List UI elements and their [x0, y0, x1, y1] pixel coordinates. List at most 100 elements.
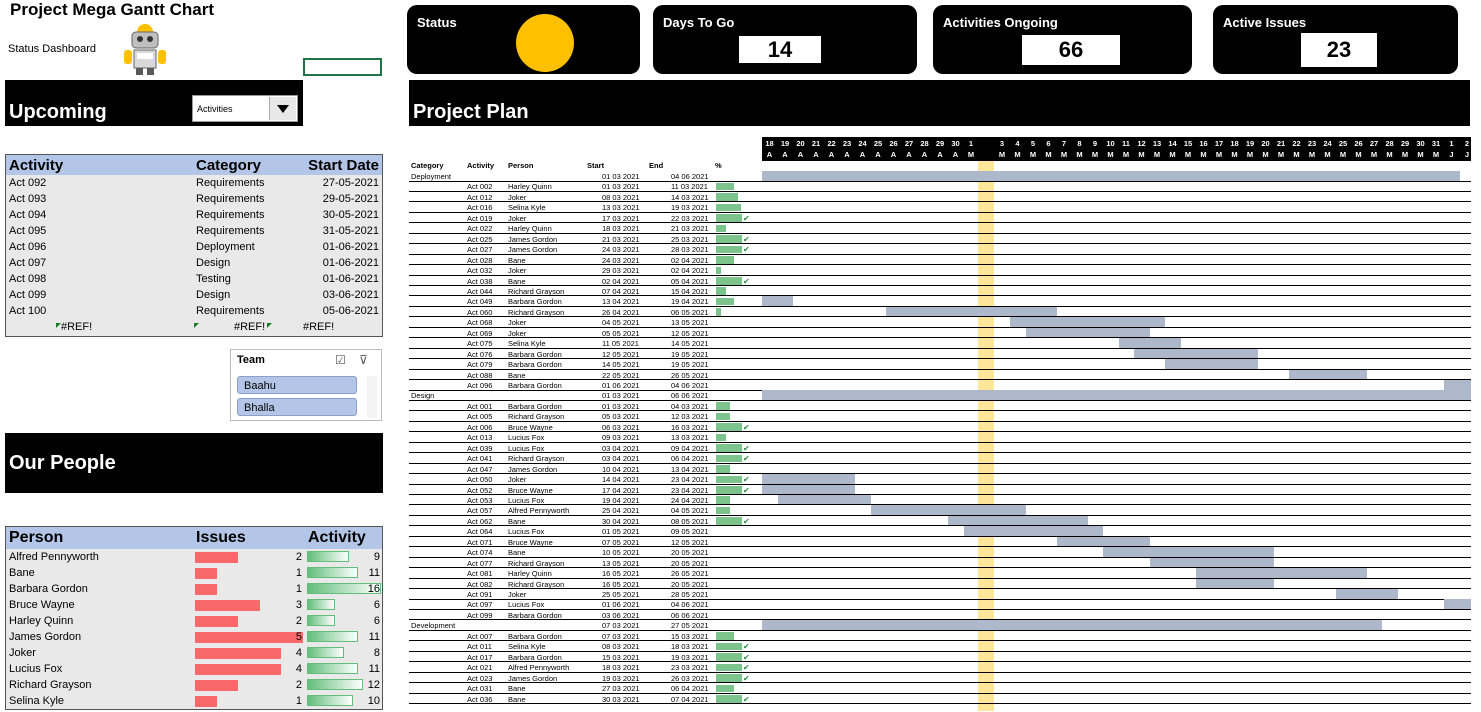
gantt-bar[interactable]	[1103, 547, 1274, 557]
gantt-row[interactable]: Act 001 Barbara Gordon 01 03 2021 04 03 202…	[409, 401, 1471, 412]
gantt-row[interactable]: Act 027 James Gordon 24 03 2021 28 03 2021 ✔	[409, 244, 1471, 255]
clear-filter-icon[interactable]: ⊽	[359, 353, 368, 367]
gantt-bar[interactable]	[762, 620, 1382, 630]
gantt-cell-s: 10 04 2021	[602, 464, 640, 474]
slicer-item-baahu[interactable]: Baahu	[237, 376, 357, 394]
gantt-row[interactable]: Act 071 Bruce Wayne 07 05 2021 12 05 2021	[409, 536, 1471, 548]
gantt-row[interactable]: Act 006 Bruce Wayne 06 03 2021 16 03 2021 ✔	[409, 422, 1471, 433]
gantt-bar[interactable]	[1025, 327, 1150, 338]
gantt-row[interactable]: Act 091 Joker 25 05 2021 28 05 2021	[409, 589, 1471, 600]
gantt-cell-a: Act 023	[467, 673, 493, 683]
gantt-row[interactable]: Act 068 Joker 04 05 2021 13 05 2021	[409, 317, 1471, 328]
table-cell: Act 098	[9, 273, 47, 285]
gantt-cell-s: 30 03 2021	[602, 694, 640, 704]
gantt-row[interactable]: Act 081 Harley Quinn 16 05 2021 26 05 2021	[409, 568, 1471, 579]
gantt-row[interactable]: Act 002 Harley Quinn 01 03 2021 11 03 2021	[409, 181, 1471, 192]
gantt-bar[interactable]	[1444, 380, 1471, 390]
col-person: Person	[9, 529, 64, 546]
gantt-bar[interactable]	[948, 515, 1088, 526]
gantt-row[interactable]: Act 011 Selina Kyle 08 03 2021 18 03 2021 ✔	[409, 641, 1471, 652]
gantt-row[interactable]: Act 075 Selina Kyle 11 05 2021 14 05 2021	[409, 338, 1471, 349]
gantt-row[interactable]: Act 076 Barbara Gordon 12 05 2021 19 05 202…	[409, 348, 1471, 360]
gantt-bar[interactable]	[777, 494, 871, 505]
gantt-row[interactable]: Act 022 Harley Quinn 18 03 2021 21 03 2021	[409, 223, 1471, 234]
gantt-row[interactable]: Act 050 Joker 14 04 2021 23 04 2021 ✔	[409, 474, 1471, 485]
gantt-row[interactable]: Act 028 Bane 24 03 2021 02 04 2021	[409, 255, 1471, 266]
slicer-scrollbar[interactable]	[367, 376, 377, 418]
gantt-bar[interactable]	[762, 390, 1471, 400]
gantt-row[interactable]: Act 021 Alfred Pennyworth 18 03 2021 23 03 …	[409, 662, 1471, 673]
gantt-bar[interactable]	[1149, 557, 1274, 568]
activities-dropdown[interactable]: Activities	[192, 95, 298, 122]
slicer-item-bhalla[interactable]: Bhalla	[237, 398, 357, 416]
gantt-row[interactable]: Act 096 Barbara Gordon 01 06 2021 04 06 202…	[409, 380, 1471, 391]
gantt-bar[interactable]	[870, 505, 1026, 515]
gantt-row[interactable]: Act 052 Bruce Wayne 17 04 2021 23 04 2021 ✔	[409, 484, 1471, 495]
gantt-row[interactable]: Deployment 01 03 2021 04 06 2021	[409, 171, 1471, 182]
gantt-row[interactable]: Act 060 Richard Grayson 26 04 2021 06 05 20…	[409, 306, 1471, 318]
gantt-row[interactable]: Act 062 Bane 30 04 2021 08 05 2021 ✔	[409, 515, 1471, 527]
gantt-row[interactable]: Act 032 Joker 29 03 2021 02 04 2021	[409, 265, 1471, 276]
gantt-row[interactable]: Act 031 Bane 27 03 2021 06 04 2021	[409, 683, 1471, 694]
gantt-row[interactable]: Design 01 03 2021 06 06 2021	[409, 390, 1471, 401]
gantt-row[interactable]: Act 088 Bane 22 05 2021 26 05 2021	[409, 369, 1471, 381]
progress-bar	[716, 256, 735, 264]
gantt-bar[interactable]	[1056, 536, 1150, 547]
gantt-row[interactable]: Act 074 Bane 10 05 2021 20 05 2021	[409, 547, 1471, 558]
gantt-row[interactable]: Development 07 03 2021 27 05 2021	[409, 620, 1471, 631]
gantt-row[interactable]: Act 038 Bane 02 04 2021 05 04 2021 ✔	[409, 276, 1471, 286]
gantt-row[interactable]: Act 049 Barbara Gordon 13 04 2021 19 04 202…	[409, 296, 1471, 307]
chevron-down-icon[interactable]	[269, 97, 296, 120]
gantt-bar[interactable]	[1196, 568, 1367, 578]
gantt-row[interactable]: Act 047 James Gordon 10 04 2021 13 04 2021	[409, 464, 1471, 475]
gantt-row[interactable]: Act 044 Richard Grayson 07 04 2021 15 04 20…	[409, 286, 1471, 297]
gantt-bar[interactable]	[1444, 599, 1471, 609]
gantt-row[interactable]: Act 041 Richard Grayson 03 04 2021 06 04 20…	[409, 453, 1471, 464]
gantt-cell-s: 18 03 2021	[602, 663, 640, 673]
gantt-row[interactable]: Act 099 Barbara Gordon 03 06 2021 06 06 202…	[409, 610, 1471, 621]
gantt-cell-p: Barbara Gordon	[508, 297, 562, 307]
gantt-bar[interactable]	[1165, 359, 1258, 369]
gantt-row[interactable]: Act 057 Alfred Pennyworth 25 04 2021 04 05 …	[409, 505, 1471, 516]
selected-cell[interactable]	[303, 58, 382, 76]
gantt-bar[interactable]	[762, 296, 793, 306]
project-plan-header: Project Plan	[409, 80, 1470, 126]
gantt-row[interactable]: Act 064 Lucius Fox 01 05 2021 09 05 2021	[409, 526, 1471, 537]
gantt-bar[interactable]	[1289, 369, 1367, 380]
gantt-row[interactable]: Act 012 Joker 08 03 2021 14 03 2021	[409, 192, 1471, 203]
gantt-bar[interactable]	[1118, 338, 1181, 348]
gantt-bar[interactable]	[963, 526, 1103, 536]
gantt-row[interactable]: Act 079 Barbara Gordon 14 05 2021 19 05 202…	[409, 359, 1471, 370]
gantt-bar[interactable]	[1335, 589, 1398, 599]
gantt-row[interactable]: Act 017 Barbara Gordon 15 03 2021 19 03 202…	[409, 652, 1471, 663]
gantt-cell-a: Act 079	[467, 360, 493, 370]
gantt-bar[interactable]	[762, 171, 1460, 181]
gantt-row[interactable]: Act 036 Bane 30 03 2021 07 04 2021 ✔	[409, 694, 1471, 704]
gantt-row[interactable]: Act 053 Lucius Fox 19 04 2021 24 04 2021	[409, 494, 1471, 506]
gantt-bar[interactable]	[762, 484, 855, 494]
gantt-row[interactable]: Act 005 Richard Grayson 05 03 2021 12 03 20…	[409, 411, 1471, 422]
gantt-bar[interactable]	[1196, 578, 1274, 589]
gantt-row[interactable]: Act 019 Joker 17 03 2021 22 03 2021 ✔	[409, 213, 1471, 224]
timeline-month-label: M	[1014, 150, 1021, 159]
timeline-day-label: 29	[1400, 139, 1410, 148]
gantt-bar[interactable]	[762, 474, 855, 484]
gantt-bar[interactable]	[886, 306, 1057, 317]
gantt-row[interactable]: Act 039 Lucius Fox 03 04 2021 09 04 2021 ✔	[409, 443, 1471, 454]
gantt-bar[interactable]	[1134, 348, 1258, 359]
gantt-bar[interactable]	[1010, 317, 1165, 327]
multi-select-icon[interactable]: ☑	[335, 353, 346, 367]
gantt-row[interactable]: Act 007 Barbara Gordon 07 03 2021 15 03 202…	[409, 631, 1471, 642]
gantt-row[interactable]: Act 082 Richard Grayson 16 05 2021 20 05 20…	[409, 578, 1471, 590]
issues-bar	[195, 680, 239, 691]
gantt-row[interactable]: Act 013 Lucius Fox 09 03 2021 13 03 2021	[409, 432, 1471, 443]
gantt-row[interactable]: Act 097 Lucius Fox 01 06 2021 04 06 2021	[409, 599, 1471, 610]
gantt-row[interactable]: Act 016 Selina Kyle 13 03 2021 19 03 2021	[409, 202, 1471, 213]
gantt-row[interactable]: Act 023 James Gordon 19 03 2021 26 03 2021 ✔	[409, 673, 1471, 684]
gantt-cell-s: 14 05 2021	[602, 360, 640, 370]
gantt-row[interactable]: Act 077 Richard Grayson 13 05 2021 20 05 20…	[409, 557, 1471, 569]
gantt-row[interactable]: Act 069 Joker 05 05 2021 12 05 2021	[409, 327, 1471, 339]
progress-bar	[716, 695, 742, 703]
timeline-month-label: M	[1200, 150, 1207, 159]
gantt-row[interactable]: Act 025 James Gordon 21 03 2021 25 03 2021 ✔	[409, 234, 1471, 245]
